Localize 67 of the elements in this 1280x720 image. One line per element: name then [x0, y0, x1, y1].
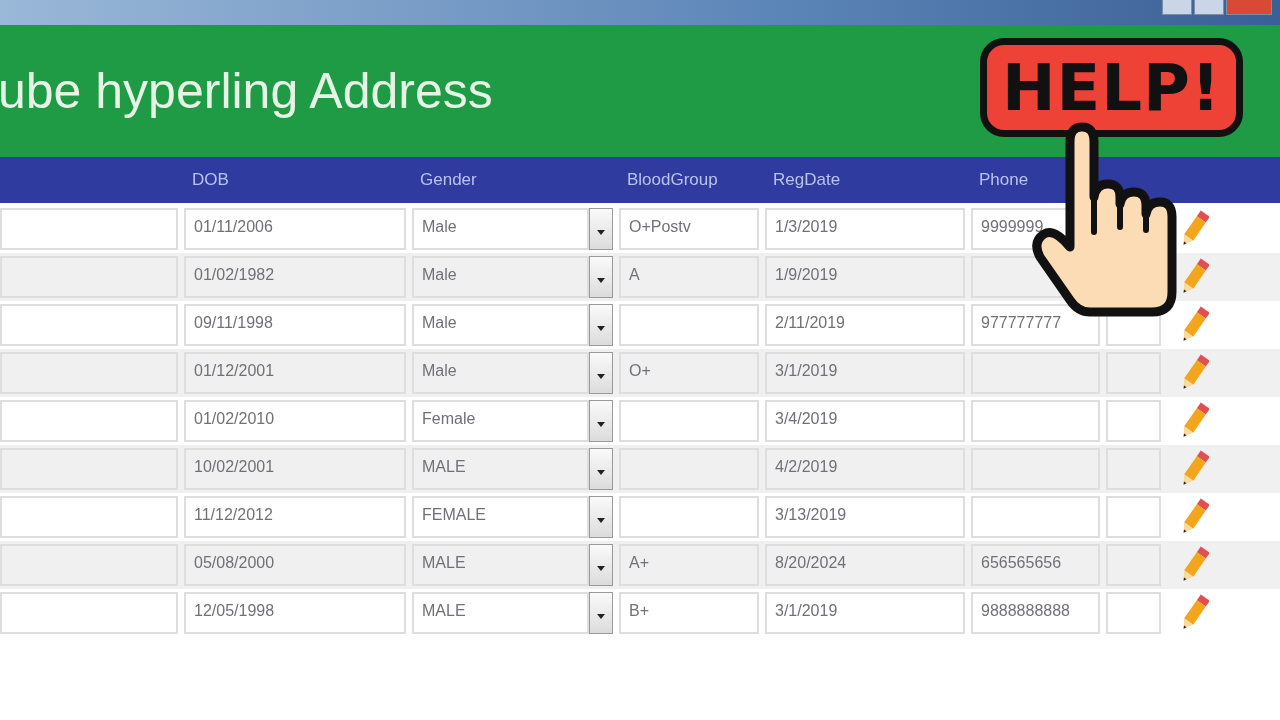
text-field[interactable]	[0, 208, 178, 250]
dob-field[interactable]: 01/02/2010	[184, 400, 406, 442]
dropdown-button[interactable]	[589, 448, 613, 490]
dropdown-button[interactable]	[589, 208, 613, 250]
gender-field[interactable]: Female	[412, 400, 589, 442]
text-field[interactable]	[0, 304, 178, 346]
dropdown-button[interactable]	[589, 400, 613, 442]
column-header: DOB	[191, 170, 229, 190]
text-field[interactable]	[1106, 592, 1161, 634]
blood-group-field[interactable]: A	[619, 256, 759, 298]
dob-field[interactable]: 09/11/1998	[184, 304, 406, 346]
gender-field[interactable]: MALE	[412, 592, 589, 634]
column-header: RegDate	[772, 170, 841, 190]
reg-date-field[interactable]: 3/1/2019	[765, 352, 965, 394]
dob-field[interactable]: 05/08/2000	[184, 544, 406, 586]
text-field[interactable]	[0, 592, 178, 634]
dropdown-button[interactable]	[589, 496, 613, 538]
blood-group-field[interactable]	[619, 304, 759, 346]
reg-date-field[interactable]: 8/20/2024	[765, 544, 965, 586]
gender-field[interactable]: Male	[412, 352, 589, 394]
reg-date-field[interactable]: 3/1/2019	[765, 592, 965, 634]
dob-field[interactable]: 01/12/2001	[184, 352, 406, 394]
column-header: BloodGroup	[626, 170, 718, 190]
maximize-icon[interactable]	[1194, 0, 1224, 15]
gender-field[interactable]: Male	[412, 256, 589, 298]
text-field[interactable]	[1106, 496, 1161, 538]
column-header: Gender	[419, 170, 477, 190]
text-field[interactable]	[0, 400, 178, 442]
dropdown-button[interactable]	[589, 304, 613, 346]
text-field[interactable]	[1106, 400, 1161, 442]
help-sticker: HELP!	[980, 38, 1243, 137]
blood-group-field[interactable]	[619, 400, 759, 442]
close-icon[interactable]	[1226, 0, 1272, 15]
phone-field[interactable]	[971, 400, 1100, 442]
form-title: ube hyperling Address	[0, 62, 493, 120]
dropdown-button[interactable]	[589, 592, 613, 634]
minimize-icon[interactable]	[1162, 0, 1192, 15]
gender-field[interactable]: MALE	[412, 448, 589, 490]
phone-field[interactable]: 977777777	[971, 304, 1100, 346]
reg-date-field[interactable]: 3/13/2019	[765, 496, 965, 538]
blood-group-field[interactable]: O+Postv	[619, 208, 759, 250]
dob-field[interactable]: 01/02/1982	[184, 256, 406, 298]
dropdown-button[interactable]	[589, 352, 613, 394]
phone-field[interactable]: 9888888888	[971, 592, 1100, 634]
reg-date-field[interactable]: 1/3/2019	[765, 208, 965, 250]
reg-date-field[interactable]: 4/2/2019	[765, 448, 965, 490]
column-header: Phone	[978, 170, 1029, 190]
reg-date-field[interactable]: 2/11/2019	[765, 304, 965, 346]
text-field[interactable]	[0, 496, 178, 538]
gender-field[interactable]: FEMALE	[412, 496, 589, 538]
gender-field[interactable]: Male	[412, 304, 589, 346]
reg-date-field[interactable]: 3/4/2019	[765, 400, 965, 442]
gender-field[interactable]: Male	[412, 208, 589, 250]
gender-field[interactable]: MALE	[412, 544, 589, 586]
phone-field[interactable]	[971, 496, 1100, 538]
dropdown-button[interactable]	[589, 544, 613, 586]
dob-field[interactable]: 12/05/1998	[184, 592, 406, 634]
dob-field[interactable]: 10/02/2001	[184, 448, 406, 490]
blood-group-field[interactable]: A+	[619, 544, 759, 586]
blood-group-field[interactable]: O+	[619, 352, 759, 394]
reg-date-field[interactable]: 1/9/2019	[765, 256, 965, 298]
phone-field[interactable]: 656565656	[971, 544, 1100, 586]
dob-field[interactable]: 11/12/2012	[184, 496, 406, 538]
dob-field[interactable]: 01/11/2006	[184, 208, 406, 250]
blood-group-field[interactable]: B+	[619, 592, 759, 634]
blood-group-field[interactable]	[619, 496, 759, 538]
dropdown-button[interactable]	[589, 256, 613, 298]
